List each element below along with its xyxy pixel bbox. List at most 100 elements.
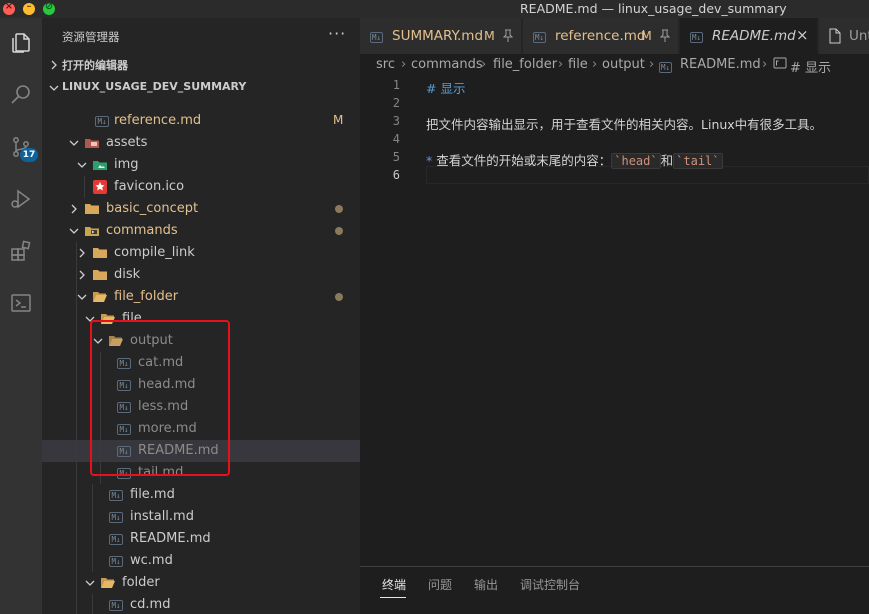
line-number: 1 [392,78,400,92]
tab-label: README.md [712,28,796,44]
tree-item-file-readme-md[interactable]: M↓ README.md [42,528,360,550]
activity-bar: 17 [0,18,42,614]
run-debug-activity-button[interactable] [4,182,38,216]
tree-item-file[interactable]: file [42,308,360,330]
breadcrumb-item-file-folder[interactable]: file_folder [493,57,557,72]
tree-item-label: file_folder [114,289,179,304]
chevron-right-icon [79,248,85,258]
open-editors-section[interactable]: 打开的编辑器 [42,54,360,76]
chevron-down-icon [85,316,95,322]
tab-terminal[interactable]: 终端 [382,576,406,593]
tree-item-basic-concept[interactable]: basic_concept [42,198,360,220]
close-window-button[interactable]: × [3,1,15,15]
tree-item-head-md[interactable]: M↓ head.md [42,374,360,396]
remote-explorer-activity-button[interactable] [4,286,38,320]
extensions-icon [11,240,31,261]
tab-reference-md[interactable]: M↓ reference.md M [523,18,679,54]
tab-problems[interactable]: 问题 [428,576,452,593]
chevron-right-icon [79,270,85,280]
run-debug-icon [11,189,31,209]
markdown-file-icon: M↓ [95,115,109,127]
tab-output[interactable]: 输出 [474,576,498,593]
tree-item-label: more.md [138,421,197,436]
file-tree: M↓ reference.md M assets img favicon.ico… [42,110,360,614]
tree-item-favicon[interactable]: favicon.ico [42,176,360,198]
tree-item-label: tail.md [138,465,184,480]
tree-item-file-md[interactable]: M↓ file.md [42,484,360,506]
breadcrumb-item-src[interactable]: src [376,57,395,72]
search-activity-button[interactable] [4,78,38,112]
bottom-panel: 终端 问题 输出 调试控制台 [360,566,869,614]
tree-item-tail-md[interactable]: M↓ tail.md [42,462,360,484]
tree-item-disk[interactable]: disk [42,264,360,286]
tree-item-label: cd.md [130,597,171,612]
tree-item-install-md[interactable]: M↓ install.md [42,506,360,528]
tree-item-output-readme-md[interactable]: M↓ README.md [42,440,360,462]
tree-item-label: file.md [130,487,175,502]
open-folder-icon [100,575,116,591]
breadcrumb-item-file[interactable]: file [568,57,588,72]
explorer-sidebar: 资源管理器 ··· 打开的编辑器 LINUX_USAGE_DEV_SUMMARY… [42,18,360,614]
search-icon [11,85,30,104]
tree-item-label: favicon.ico [114,179,185,194]
minimize-window-button[interactable]: – [23,1,35,15]
pin-icon[interactable] [659,29,671,43]
markdown-file-icon: M↓ [109,599,123,611]
tree-item-more-md[interactable]: M↓ more.md [42,418,360,440]
inline-code-tail: `tail` [673,153,723,169]
more-actions-button[interactable]: ··· [328,24,346,43]
tree-item-less-md[interactable]: M↓ less.md [42,396,360,418]
tab-modified-status: M [641,28,652,43]
tree-item-label: compile_link [114,245,195,260]
breadcrumb-item-output[interactable]: output [602,57,645,72]
editor-area[interactable]: 1 2 3 4 5 6 # 显示 把文件内容输出显示，用于查看文件的相关内容。L… [360,76,869,566]
markdown-file-icon: M↓ [117,445,131,457]
assets-folder-icon [84,135,100,151]
sidebar-title: 资源管理器 [62,30,120,44]
editor-tabs: M↓ SUMMARY.md M M↓ reference.md M M↓ REA… [360,18,869,54]
explorer-activity-button[interactable] [4,26,38,60]
zoom-icon: ⊘ [44,1,54,12]
extensions-activity-button[interactable] [4,234,38,268]
tree-item-reference-md[interactable]: M↓ reference.md M [42,110,360,132]
tree-item-file-folder[interactable]: file_folder [42,286,360,308]
tab-readme-md[interactable]: M↓ README.md × [680,18,818,54]
breadcrumb-item-heading[interactable]: # 显示 [790,57,831,76]
modified-dot [335,205,343,213]
title-bar: × – ⊘ README.md — linux_usage_dev_summar… [0,0,869,18]
source-control-activity-button[interactable]: 17 [4,130,38,164]
breadcrumb-item-commands[interactable]: commands [411,57,483,72]
breadcrumb-item-readme[interactable]: README.md [680,57,761,72]
chevron-right-icon [71,204,77,214]
tab-summary-md[interactable]: M↓ SUMMARY.md M [360,18,522,54]
tree-item-cd-md[interactable]: M↓ cd.md [42,594,360,614]
markdown-heading: # 显示 [426,81,466,96]
workspace-section[interactable]: LINUX_USAGE_DEV_SUMMARY [42,77,360,99]
pin-icon[interactable] [502,29,514,43]
chevron-right-icon: › [558,57,564,72]
markdown-file-icon: M↓ [109,533,123,545]
tree-item-img[interactable]: img [42,154,360,176]
tree-item-cat-md[interactable]: M↓ cat.md [42,352,360,374]
tree-item-label: basic_concept [106,201,199,216]
tree-item-commands[interactable]: commands [42,220,360,242]
tree-item-compile-link[interactable]: compile_link [42,242,360,264]
conjunction-text: 和 [660,153,674,168]
tab-close-button[interactable]: × [796,26,809,44]
inline-code-text: head [621,154,651,168]
tree-item-wc-md[interactable]: M↓ wc.md [42,550,360,572]
line-number: 4 [392,132,400,146]
folder-icon [84,201,100,217]
folder-icon [92,267,108,283]
tab-debug-console[interactable]: 调试控制台 [520,576,580,593]
tree-item-output[interactable]: output [42,330,360,352]
tree-item-assets[interactable]: assets [42,132,360,154]
symbol-string-icon [773,57,787,72]
chevron-down-icon [49,85,59,91]
tree-item-label: install.md [130,509,194,524]
zoom-window-button[interactable]: ⊘ [43,1,55,15]
tab-untitled[interactable]: Unt [819,18,869,54]
tree-item-label: cat.md [138,355,184,370]
tab-label: Unt [849,28,869,44]
tree-item-folder[interactable]: folder [42,572,360,594]
